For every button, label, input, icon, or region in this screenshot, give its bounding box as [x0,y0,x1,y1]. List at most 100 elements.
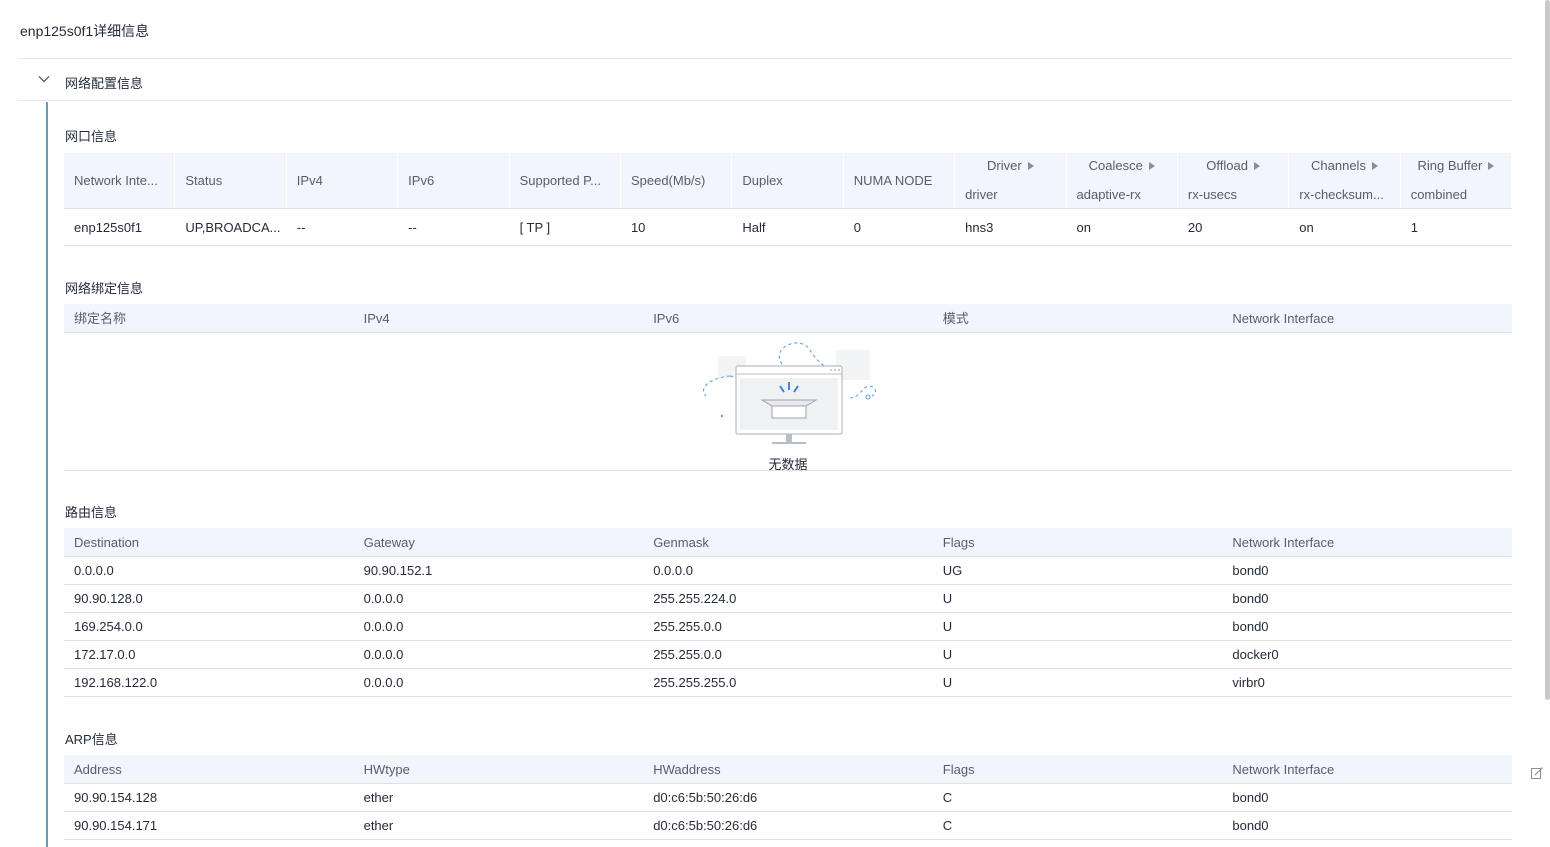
column-group-label: Offload [1206,158,1248,173]
column-header[interactable]: Network Interface [1222,528,1512,556]
column-group-label: Coalesce [1088,158,1143,173]
table-cell: 169.254.0.0 [74,619,143,634]
arp-section-title: ARP信息 [65,732,118,747]
route-table-header: Destination Gateway Genmask Flags Networ… [64,528,1512,557]
collapse-header-network-config[interactable]: 网络配置信息 [18,59,1512,101]
table-cell: bond0 [1232,619,1269,634]
caret-right-icon[interactable] [1027,162,1034,170]
empty-state-text: 无数据 [768,457,808,472]
column-header[interactable]: Status [175,153,287,208]
table-row: enp125s0f1 UP,BROADCA... -- -- [ TP ] 10… [64,209,1512,246]
caret-right-icon[interactable] [1253,162,1260,170]
table-cell: U [942,591,953,606]
caret-right-icon[interactable] [1148,162,1155,170]
column-header[interactable]: IPv4 [287,153,399,208]
column-group-coalesce[interactable]: Coalesce adaptive-rx [1067,153,1178,208]
table-cell: 0.0.0.0 [363,591,404,606]
column-header[interactable]: Address [64,755,354,783]
nic-table-header: Network Inte... Status IPv4 IPv6 Support… [64,153,1513,209]
column-header[interactable]: Network Interface [1222,755,1512,783]
column-header[interactable]: HWaddress [643,755,933,783]
table-cell: 0.0.0.0 [74,563,114,578]
nic-table: Network Inte... Status IPv4 IPv6 Support… [64,153,1513,246]
column-group-label: Ring Buffer [1417,158,1483,173]
route-table: Destination Gateway Genmask Flags Networ… [64,528,1512,697]
vertical-scrollbar[interactable] [1545,0,1550,700]
table-cell: d0:c6:5b:50:26:d6 [653,790,758,805]
table-cell: bond0 [1232,563,1269,578]
table-cell: enp125s0f1 [74,220,142,235]
table-cell: 0 [853,220,861,235]
table-cell: 255.255.224.0 [653,591,737,606]
table-cell: U [942,647,953,662]
column-header[interactable]: Genmask [643,528,933,556]
column-header[interactable]: Network Interface [1222,304,1512,332]
arp-table: Address HWtype HWaddress Flags Network I… [64,755,1512,840]
column-header[interactable]: Flags [933,528,1223,556]
table-row: 90.90.154.128 ether d0:c6:5b:50:26:d6 C … [64,784,1512,812]
table-row: 169.254.0.0 0.0.0.0 255.255.0.0 U bond0 [64,613,1512,641]
column-header[interactable]: Destination [64,528,354,556]
column-subheader: combined [1410,187,1468,202]
column-group-channels[interactable]: Channels rx-checksum... [1289,153,1401,208]
column-header[interactable]: Supported P... [510,153,621,208]
table-cell: on [1299,220,1314,235]
table-cell: bond0 [1232,790,1269,805]
table-cell: Half [742,220,766,235]
table-cell: 20 [1187,220,1203,235]
table-cell: bond0 [1232,591,1269,606]
table-row: 90.90.154.171 ether d0:c6:5b:50:26:d6 C … [64,812,1512,840]
table-cell: virbr0 [1232,675,1265,690]
table-cell: U [942,619,953,634]
table-cell: U [942,675,953,690]
table-row: 0.0.0.0 90.90.152.1 0.0.0.0 UG bond0 [64,557,1512,585]
caret-right-icon[interactable] [1488,162,1495,170]
column-group-driver[interactable]: Driver driver [955,153,1067,208]
table-cell: 90.90.154.171 [74,818,158,833]
table-cell: UG [942,563,963,578]
column-header[interactable]: NUMA NODE [844,153,956,208]
column-header[interactable]: IPv6 [643,304,933,332]
table-cell: C [942,790,953,805]
column-header[interactable]: Network Inte... [64,153,176,208]
table-cell: docker0 [1232,647,1279,662]
table-cell: 0.0.0.0 [363,619,404,634]
column-header[interactable]: Gateway [354,528,644,556]
column-group-ring-buffer[interactable]: Ring Buffer combined [1401,153,1513,208]
section-accent-bar [46,102,48,847]
table-cell: 255.255.0.0 [653,647,722,662]
table-cell: -- [296,220,306,235]
column-header[interactable]: IPv6 [398,153,510,208]
table-cell: 172.17.0.0 [74,647,136,662]
page-title: enp125s0f1详细信息 [20,23,150,39]
table-cell: -- [408,220,417,235]
column-subheader: rx-usecs [1187,187,1238,202]
table-cell: 1 [1410,220,1418,235]
table-cell: 0.0.0.0 [653,563,693,578]
column-header[interactable]: IPv4 [354,304,644,332]
table-cell: bond0 [1232,818,1269,833]
caret-right-icon[interactable] [1371,162,1378,170]
column-header[interactable]: Speed(Mb/s) [621,153,733,208]
empty-box-icon [703,342,877,444]
table-cell: [ TP ] [519,220,551,235]
column-group-label: Channels [1311,158,1366,173]
edit-icon[interactable] [1530,766,1544,780]
table-cell: 90.90.128.0 [74,591,143,606]
column-subheader: adaptive-rx [1076,187,1141,202]
table-row: 192.168.122.0 0.0.0.0 255.255.255.0 U vi… [64,669,1512,697]
table-cell: 90.90.152.1 [363,563,433,578]
column-header[interactable]: 模式 [933,304,1223,332]
chevron-down-icon[interactable] [38,73,50,85]
table-cell: 255.255.0.0 [653,619,722,634]
bond-section-title: 网络绑定信息 [65,281,144,296]
column-header[interactable]: Duplex [732,153,844,208]
column-group-offload[interactable]: Offload rx-usecs [1178,153,1290,208]
column-header[interactable]: Flags [933,755,1223,783]
table-row: 172.17.0.0 0.0.0.0 255.255.0.0 U docker0 [64,641,1512,669]
table-cell: 255.255.255.0 [653,675,737,690]
column-subheader: driver [965,187,998,202]
column-header[interactable]: HWtype [354,755,644,783]
column-header[interactable]: 绑定名称 [64,304,354,332]
table-cell: on [1076,220,1091,235]
